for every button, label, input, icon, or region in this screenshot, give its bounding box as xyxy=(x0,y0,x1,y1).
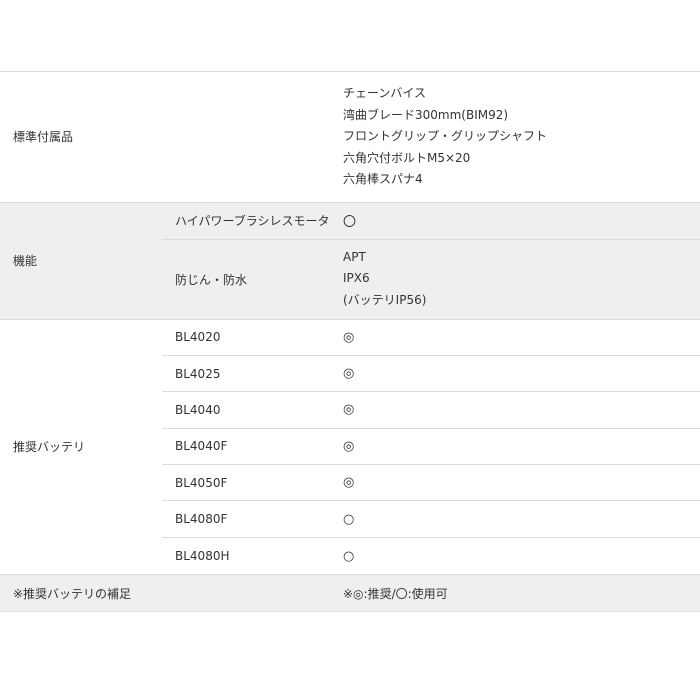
battery-rating: ◎ xyxy=(343,329,355,345)
battery-rating: ○ xyxy=(343,511,355,527)
battery-row: BL4040 ◎ xyxy=(162,392,700,429)
features-body: ハイパワーブラシレスモータ 〇 防じん・防水 APT IPX6 (バッテリIP5… xyxy=(162,203,700,319)
battery-row: BL4020 ◎ xyxy=(162,320,700,356)
feature-row-motor: ハイパワーブラシレスモータ 〇 xyxy=(162,203,700,240)
battery-model: BL4040 xyxy=(175,402,221,417)
accessories-list: チェーンバイス 湾曲ブレード300mm(BIM92) フロントグリップ・グリップ… xyxy=(0,72,700,202)
battery-row: BL4040F ◎ xyxy=(162,429,700,466)
feature-value: (バッテリIP56) xyxy=(343,292,427,307)
batteries-label: 推奨バッテリ xyxy=(13,440,86,455)
feature-value: IPX6 xyxy=(343,271,370,286)
battery-model: BL4080F xyxy=(175,512,228,527)
feature-value: 〇 xyxy=(343,215,357,230)
battery-rating: ◎ xyxy=(343,438,355,454)
accessory-item: チェーンバイス xyxy=(343,86,427,100)
battery-rating: ○ xyxy=(343,548,355,564)
spec-table: 標準付属品 チェーンバイス 湾曲ブレード300mm(BIM92) フロントグリッ… xyxy=(0,71,700,613)
feature-value-list: APT IPX6 (バッテリIP56) xyxy=(343,247,700,312)
battery-model: BL4020 xyxy=(175,330,221,345)
accessory-item: 湾曲ブレード300mm(BIM92) xyxy=(343,107,509,122)
battery-row: BL4080F ○ xyxy=(162,501,700,538)
features-row: 機能 ハイパワーブラシレスモータ 〇 防じん・防水 APT IPX6 (バッテリ… xyxy=(0,202,700,320)
battery-rating: ◎ xyxy=(343,475,355,491)
battery-model: BL4050F xyxy=(175,475,228,490)
battery-rating: ◎ xyxy=(343,366,355,382)
note-label: ※推奨バッテリの補足 xyxy=(13,586,132,601)
battery-model: BL4080H xyxy=(175,549,230,564)
accessory-item: フロントグリップ・グリップシャフト xyxy=(343,129,548,143)
battery-row: BL4025 ◎ xyxy=(162,356,700,393)
battery-model: BL4040F xyxy=(175,439,228,454)
feature-label: 防じん・防水 xyxy=(175,272,248,287)
feature-value: APT xyxy=(343,249,366,264)
feature-label: ハイパワーブラシレスモータ xyxy=(175,214,330,228)
accessory-item: 六角棒スパナ4 xyxy=(343,172,423,186)
features-label: 機能 xyxy=(13,254,38,268)
battery-rating: ◎ xyxy=(343,402,355,418)
note-value: ※◎:推奨/〇:使用可 xyxy=(343,586,448,601)
battery-model: BL4025 xyxy=(175,366,221,381)
batteries-row: 推奨バッテリ BL4020 ◎ BL4025 ◎ BL4040 ◎ BL4040… xyxy=(0,320,700,576)
accessory-item: 六角穴付ボルトM5×20 xyxy=(343,150,471,165)
feature-row-dustproof: 防じん・防水 APT IPX6 (バッテリIP56) xyxy=(162,240,700,319)
note-row: ※推奨バッテリの補足 ※◎:推奨/〇:使用可 xyxy=(0,575,700,613)
batteries-body: BL4020 ◎ BL4025 ◎ BL4040 ◎ BL4040F ◎ BL4… xyxy=(162,320,700,575)
battery-row: BL4050F ◎ xyxy=(162,465,700,502)
battery-row: BL4080H ○ xyxy=(162,538,700,574)
accessories-row: 標準付属品 チェーンバイス 湾曲ブレード300mm(BIM92) フロントグリッ… xyxy=(0,72,700,203)
